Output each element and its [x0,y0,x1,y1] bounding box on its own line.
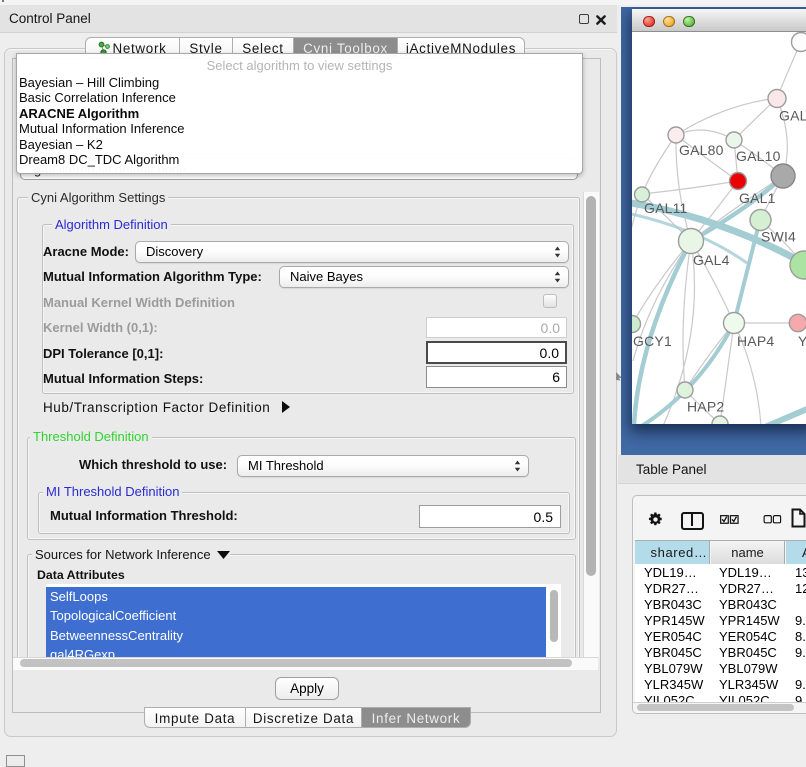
svg-text:SWI4: SWI4 [761,229,796,245]
svg-text:HAP2: HAP2 [687,399,724,415]
svg-text:Y: Y [798,333,806,349]
svg-text:GAL4: GAL4 [693,252,730,268]
svg-text:GAL10: GAL10 [736,148,781,164]
svg-text:GAL11: GAL11 [644,200,688,216]
svg-text:GCY1: GCY1 [633,333,672,349]
svg-text:HAP4: HAP4 [737,333,774,349]
svg-text:GAL80: GAL80 [679,142,724,158]
svg-text:GAL1: GAL1 [739,190,776,206]
svg-text:GAL: GAL [779,108,806,124]
